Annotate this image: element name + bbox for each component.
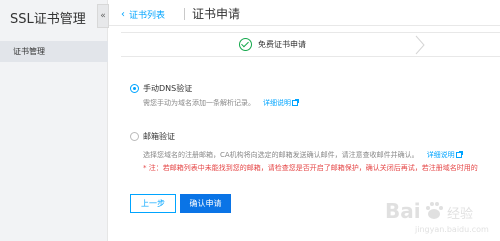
collapse-sidebar-button[interactable]: « [97, 4, 109, 28]
chevron-left-icon: ‹ [121, 8, 125, 20]
external-link-icon [455, 151, 463, 158]
baidu-jingyan-watermark-logo: Bai 经验 jingyan.baidu.com [385, 199, 489, 234]
email-validation-warning: * 注：若邮箱列表中未能找到您的邮箱，请检查您是否开启了邮箱保护，确认关闭后再试… [143, 164, 478, 172]
dns-validation-title: 手动DNS验证 [143, 84, 193, 93]
back-to-certificate-list-link[interactable]: ‹ 证书列表 [121, 8, 165, 21]
dns-details-link[interactable]: 详细说明 [263, 99, 299, 107]
previous-step-button[interactable]: 上一步 [130, 194, 176, 213]
external-link-icon [292, 99, 299, 106]
back-link-label: 证书列表 [129, 11, 166, 21]
page-title: 证书申请 [192, 7, 241, 21]
step-separator-icon [415, 35, 425, 55]
dns-validation-desc: 需您手动为域名添加一条解析记录。 详细说明 [143, 98, 299, 108]
email-validation-desc: 选择您域名的注册邮箱，CA机构将向选定的邮箱发送确认邮件，请注意查收邮件并确认。… [143, 150, 463, 160]
email-validation-radio[interactable] [130, 132, 139, 141]
svg-text:Bai: Bai [385, 199, 421, 223]
step-free-certificate-application: 免费证书申请 [239, 38, 306, 51]
dns-validation-radio[interactable] [130, 84, 139, 93]
svg-text:经验: 经验 [447, 206, 473, 222]
sidebar: SSL证书管理 « 证书管理 [0, 0, 109, 241]
check-circle-icon [239, 38, 252, 51]
dns-validation-desc-text: 需您手动为域名添加一条解析记录。 [143, 99, 255, 107]
email-validation-desc-text: 选择您域名的注册邮箱，CA机构将向选定的邮箱发送确认邮件，请注意查收邮件并确认。 [143, 151, 419, 159]
email-details-link[interactable]: 详细说明 [426, 151, 463, 159]
sidebar-title: SSL证书管理 [10, 12, 86, 27]
confirm-application-button[interactable]: 确认申请 [180, 194, 231, 213]
header-divider [184, 8, 185, 20]
sidebar-item-certificate-management[interactable]: 证书管理 [0, 41, 108, 62]
email-validation-title: 邮箱验证 [143, 132, 175, 141]
email-details-link-text: 详细说明 [426, 151, 455, 159]
svg-text:jingyan.baidu.com: jingyan.baidu.com [414, 225, 489, 234]
step-label: 免费证书申请 [258, 40, 306, 49]
page-header: ‹ 证书列表 证书申请 [109, 0, 500, 26]
dns-details-link-text: 详细说明 [263, 99, 291, 107]
step-progress-bar: 免费证书申请 [121, 32, 500, 57]
